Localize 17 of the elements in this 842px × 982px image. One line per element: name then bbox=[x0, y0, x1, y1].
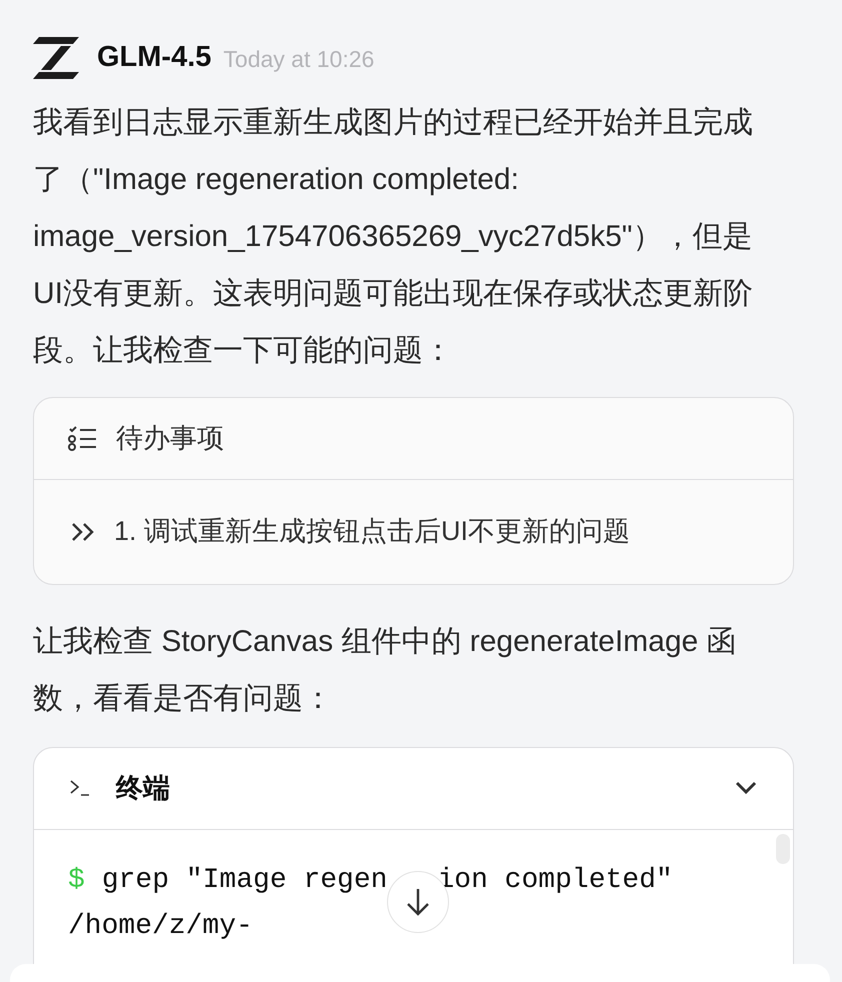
code-line: /home/z/my- bbox=[68, 910, 253, 944]
double-chevron-icon bbox=[70, 520, 96, 542]
timestamp: Today at 10:26 bbox=[223, 44, 374, 74]
message-paragraph: 我看到日志显示重新生成图片的过程已经开始并且完成了（"Image regeneration completed: image_version_1754706365269_vyc27d5k5"），但是UI没有更新。这表明问题可能出现在保存或状态更新阶段。让我检查一下可能的问题： bbox=[33, 104, 754, 368]
arrow-down-icon bbox=[406, 887, 430, 917]
code-line: grep "Image regen bbox=[102, 864, 388, 898]
checklist-icon bbox=[68, 425, 98, 451]
code-line: ion completed" bbox=[437, 864, 673, 898]
logo-icon bbox=[33, 36, 79, 79]
todo-item: 1. 调试重新生成按钮点击后UI不更新的问题 bbox=[114, 515, 630, 548]
chevron-down-icon[interactable] bbox=[735, 781, 757, 795]
message-paragraph: 让我检查 StoryCanvas 组件中的 regenerateImage 函数，看看是否有问题： bbox=[33, 624, 738, 716]
todo-title: 待办事项 bbox=[116, 422, 224, 455]
shell-prompt: $ bbox=[68, 864, 85, 898]
model-name: GLM-4.5 bbox=[97, 40, 212, 75]
terminal-title: 终端 bbox=[116, 772, 170, 805]
terminal-icon bbox=[70, 779, 90, 797]
